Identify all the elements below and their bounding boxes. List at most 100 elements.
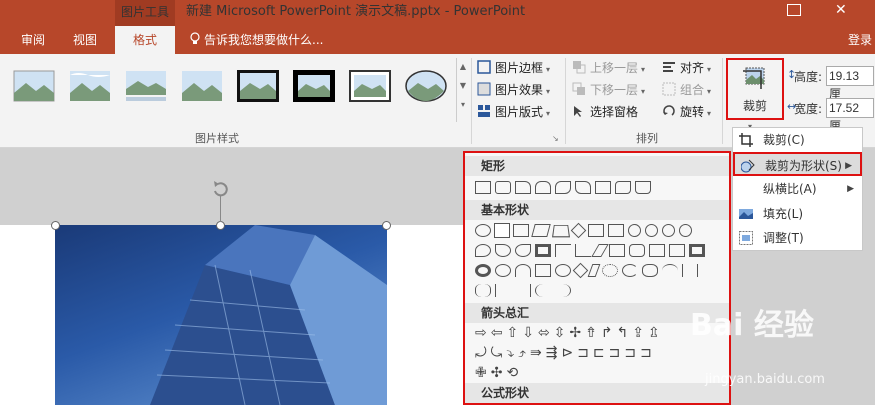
pentagon-shape[interactable] <box>588 224 604 237</box>
right-brace-shape[interactable] <box>555 284 571 297</box>
rotate-button[interactable]: 旋转 ▾ <box>662 102 711 122</box>
parallelogram-shape[interactable] <box>531 224 551 237</box>
can-shape[interactable] <box>649 244 665 257</box>
left-brace-shape[interactable] <box>535 284 551 297</box>
hexagon-shape[interactable] <box>608 224 624 237</box>
dialog-launcher-icon[interactable]: ↘ <box>552 134 559 143</box>
rectangle-shape[interactable] <box>475 181 491 194</box>
width-input[interactable]: 17.52 厘 <box>826 98 874 133</box>
category-basic-shapes: 基本形状 <box>465 200 729 220</box>
rectangle-shape[interactable] <box>595 181 611 194</box>
rounded-shape[interactable] <box>615 181 631 194</box>
plaque-shape[interactable] <box>629 244 645 257</box>
cloud-shape[interactable] <box>642 264 658 277</box>
diagonal-stripe-shape[interactable] <box>591 244 609 257</box>
decagon-shape[interactable] <box>662 224 675 237</box>
menu-item-aspect-ratio[interactable]: 纵横比(A) ▶ <box>733 177 862 201</box>
tab-format[interactable]: 格式 <box>115 26 175 54</box>
rounded-rectangle-shape[interactable] <box>495 181 511 194</box>
align-button[interactable]: 对齐 ▾ <box>662 58 711 78</box>
picture-style-thumb[interactable] <box>292 69 336 103</box>
snip-diagonal-shape[interactable] <box>575 181 591 194</box>
picture-layout-button[interactable]: 图片版式 ▾ <box>477 102 550 122</box>
picture-style-thumb[interactable] <box>236 69 280 103</box>
resize-handle-top[interactable] <box>216 221 225 230</box>
gallery-more-icon[interactable]: ▾ <box>457 100 469 109</box>
block-arc-shape[interactable] <box>515 264 531 277</box>
close-window-icon[interactable]: ✕ <box>835 2 847 18</box>
moon-shape[interactable] <box>622 264 638 277</box>
round-diagonal-shape[interactable] <box>555 181 571 194</box>
picture-style-thumb[interactable] <box>12 69 56 103</box>
crop-button[interactable]: 裁剪 <box>726 58 784 120</box>
chord-shape[interactable] <box>495 244 511 257</box>
sun-shape[interactable] <box>602 264 618 277</box>
group-button[interactable]: 组合 ▾ <box>662 80 711 100</box>
menu-item-fit[interactable]: 调整(T) <box>733 226 862 250</box>
bring-forward-button[interactable]: 上移一层 ▾ <box>572 58 645 78</box>
heart-shape[interactable] <box>572 262 589 279</box>
oval-shape[interactable] <box>475 224 491 237</box>
login-link[interactable]: 登录 <box>848 26 872 54</box>
menu-item-crop-to-shape[interactable]: 裁剪为形状(S) ▶ <box>733 152 862 176</box>
smiley-face-shape[interactable] <box>555 264 571 277</box>
cube-shape[interactable] <box>669 244 685 257</box>
send-backward-button[interactable]: 下移一层 ▾ <box>572 80 645 100</box>
picture-style-thumb[interactable] <box>124 69 168 103</box>
l-shape[interactable] <box>575 244 591 257</box>
picture-style-thumb[interactable] <box>404 69 448 103</box>
menu-item-fill[interactable]: 填充(L) <box>733 202 862 226</box>
tell-me-box[interactable]: 告诉我您想要做什么... <box>190 26 323 54</box>
lightning-bolt-shape[interactable] <box>587 264 601 277</box>
tab-review[interactable]: 审阅 <box>12 26 54 54</box>
restore-window-icon[interactable] <box>787 4 801 16</box>
left-bracket-shape[interactable] <box>495 284 511 297</box>
right-bracket-shape[interactable] <box>515 284 531 297</box>
folded-corner-shape[interactable] <box>535 264 551 277</box>
scroll-down-icon[interactable]: ▼ <box>457 81 469 90</box>
heptagon-shape[interactable] <box>628 224 641 237</box>
pen-border-icon <box>477 60 491 74</box>
arrow-shapes-row-3[interactable]: ✙✣⟲ <box>475 365 522 383</box>
trapezoid-shape[interactable] <box>551 225 571 238</box>
bevel-shape[interactable] <box>689 244 705 257</box>
round-top-shape[interactable] <box>535 181 551 194</box>
resize-handle-top-right[interactable] <box>382 221 391 230</box>
diamond-shape[interactable] <box>570 222 587 239</box>
tab-view[interactable]: 视图 <box>64 26 106 54</box>
picture-style-thumb[interactable] <box>348 69 392 103</box>
picture-style-thumb[interactable] <box>180 69 224 103</box>
donut-shape[interactable] <box>475 264 491 277</box>
picture-effects-button[interactable]: 图片效果 ▾ <box>477 80 550 100</box>
scroll-up-icon[interactable]: ▲ <box>457 62 469 71</box>
picture-style-thumb[interactable] <box>68 69 112 103</box>
arrow-shapes-row-2[interactable]: ⤾⤿⤵⤴⇛⇶⊳⊐⊏⊐⊐⊐ <box>475 345 656 363</box>
styles-gallery-scroll[interactable]: ▲ ▼ ▾ <box>456 58 469 122</box>
rotate-handle-icon[interactable] <box>210 178 232 200</box>
triangle-shape[interactable] <box>494 223 510 238</box>
teardrop-shape[interactable] <box>515 244 531 257</box>
dodecagon-shape[interactable] <box>679 224 692 237</box>
rotate-icon <box>663 105 675 116</box>
resize-handle-top-left[interactable] <box>51 221 60 230</box>
height-input[interactable]: 19.13 厘 <box>826 66 874 101</box>
half-frame-shape[interactable] <box>555 244 571 257</box>
selection-pane-button[interactable]: 选择窗格 <box>572 102 638 122</box>
frame-shape[interactable] <box>535 244 551 257</box>
octagon-shape[interactable] <box>645 224 658 237</box>
cross-shape[interactable] <box>609 244 625 257</box>
double-bracket-shape[interactable] <box>682 264 698 277</box>
round-bottom-shape[interactable] <box>635 181 651 194</box>
snip-corner-shape[interactable] <box>515 181 531 194</box>
double-brace-shape[interactable] <box>475 284 491 297</box>
building-picture[interactable] <box>55 225 387 405</box>
building-image <box>150 225 387 405</box>
right-triangle-shape[interactable] <box>513 224 529 237</box>
arc-shape[interactable] <box>662 264 678 277</box>
rectangle-shapes-row <box>475 180 655 198</box>
arrow-shapes-row-1[interactable]: ⇨⇦⇧⇩⬄⇳✢⇮↱↰⇪⇫ <box>475 325 664 343</box>
pie-shape[interactable] <box>475 244 491 257</box>
picture-border-button[interactable]: 图片边框 ▾ <box>477 58 550 78</box>
no-symbol-shape[interactable] <box>495 264 511 277</box>
menu-item-crop[interactable]: 裁剪(C) <box>733 128 862 152</box>
